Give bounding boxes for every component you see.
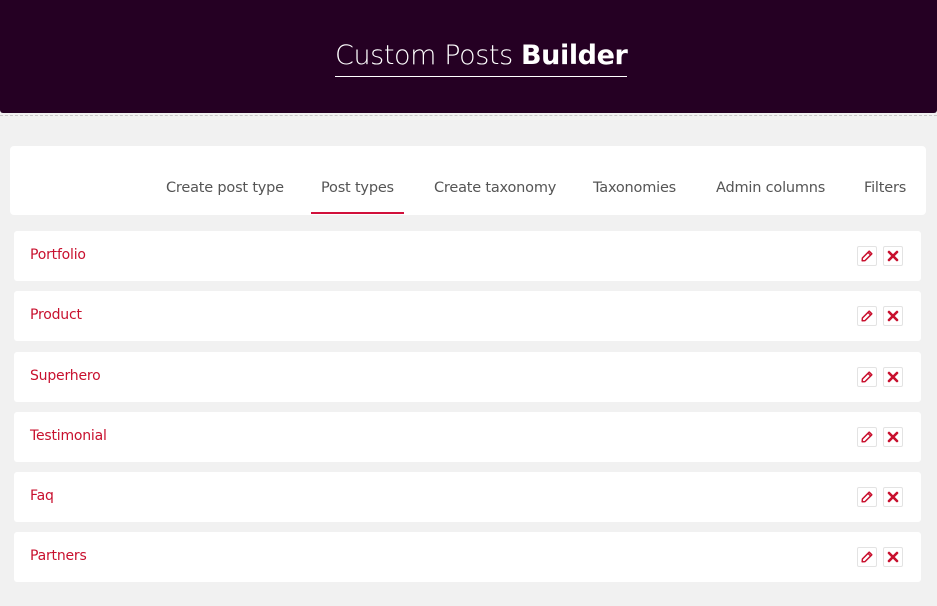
pencil-icon bbox=[861, 491, 873, 503]
delete-button[interactable] bbox=[883, 246, 903, 266]
list-item: Product bbox=[14, 291, 921, 341]
title-bold: Builder bbox=[520, 40, 628, 71]
delete-button[interactable] bbox=[883, 367, 903, 387]
post-type-link[interactable]: Product bbox=[30, 307, 82, 323]
close-icon bbox=[887, 310, 899, 322]
pencil-icon bbox=[861, 250, 873, 262]
pencil-icon bbox=[861, 431, 873, 443]
delete-button[interactable] bbox=[883, 306, 903, 326]
tab-filters[interactable]: Filters bbox=[864, 180, 906, 196]
tab-bar: Create post type Post types Create taxon… bbox=[10, 146, 926, 215]
pencil-icon bbox=[861, 371, 873, 383]
edit-button[interactable] bbox=[857, 547, 877, 567]
page-title: Custom Posts Builder bbox=[335, 38, 628, 77]
post-type-link[interactable]: Superhero bbox=[30, 368, 101, 384]
title-light: Custom Posts bbox=[335, 40, 521, 71]
delete-button[interactable] bbox=[883, 487, 903, 507]
list-item: Faq bbox=[14, 472, 921, 522]
list-item: Portfolio bbox=[14, 231, 921, 281]
tab-taxonomies[interactable]: Taxonomies bbox=[593, 180, 676, 196]
list-item: Partners bbox=[14, 532, 921, 582]
list-item: Superhero bbox=[14, 352, 921, 402]
header-divider bbox=[0, 115, 937, 116]
delete-button[interactable] bbox=[883, 427, 903, 447]
post-type-link[interactable]: Portfolio bbox=[30, 247, 86, 263]
post-type-link[interactable]: Partners bbox=[30, 548, 87, 564]
edit-button[interactable] bbox=[857, 367, 877, 387]
close-icon bbox=[887, 250, 899, 262]
close-icon bbox=[887, 371, 899, 383]
post-type-link[interactable]: Testimonial bbox=[30, 428, 107, 444]
edit-button[interactable] bbox=[857, 246, 877, 266]
pencil-icon bbox=[861, 310, 873, 322]
tab-create-post-type[interactable]: Create post type bbox=[166, 180, 284, 196]
tab-create-taxonomy[interactable]: Create taxonomy bbox=[434, 180, 556, 196]
close-icon bbox=[887, 491, 899, 503]
pencil-icon bbox=[861, 551, 873, 563]
tab-admin-columns[interactable]: Admin columns bbox=[716, 180, 825, 196]
tab-post-types[interactable]: Post types bbox=[321, 180, 394, 196]
edit-button[interactable] bbox=[857, 427, 877, 447]
close-icon bbox=[887, 551, 899, 563]
list-item: Testimonial bbox=[14, 412, 921, 462]
page-header: Custom Posts Builder bbox=[0, 0, 937, 113]
edit-button[interactable] bbox=[857, 306, 877, 326]
edit-button[interactable] bbox=[857, 487, 877, 507]
active-tab-indicator bbox=[311, 212, 404, 214]
post-type-link[interactable]: Faq bbox=[30, 488, 54, 504]
close-icon bbox=[887, 431, 899, 443]
delete-button[interactable] bbox=[883, 547, 903, 567]
